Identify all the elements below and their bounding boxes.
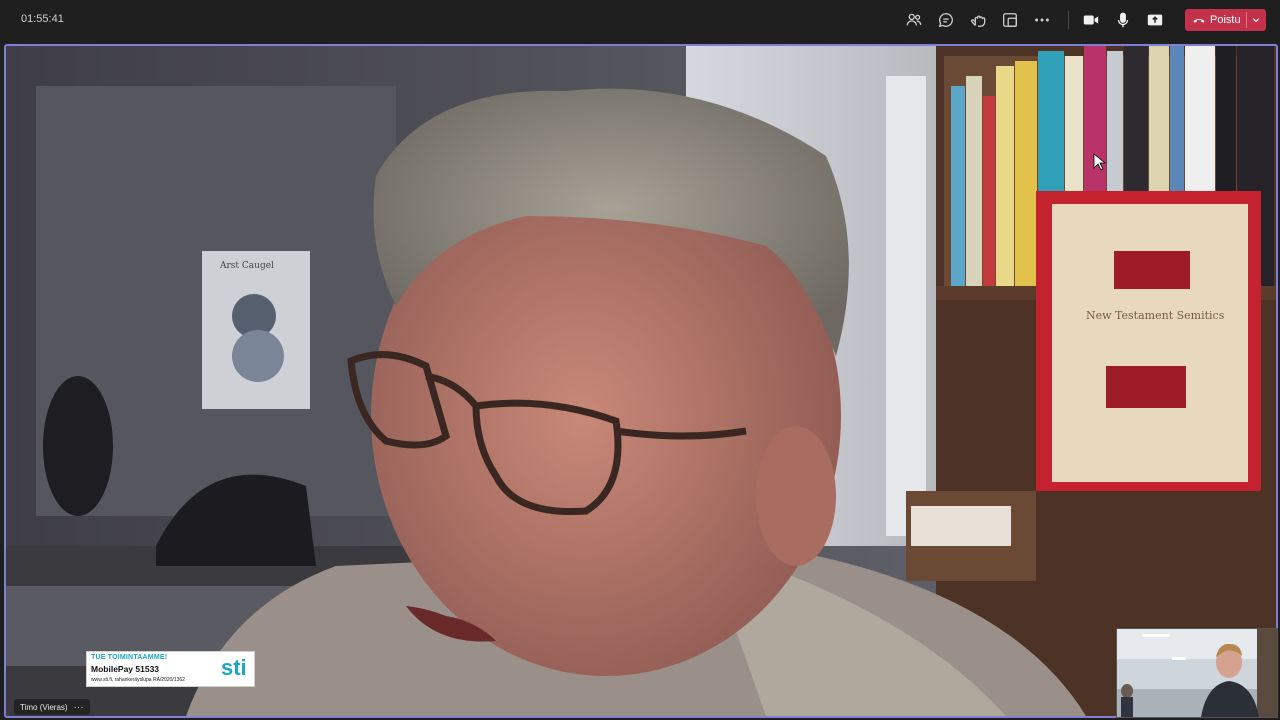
donation-mobilepay: MobilePay 51533	[91, 664, 160, 674]
more-icon	[1035, 18, 1049, 22]
call-timer: 01:55:41	[21, 13, 64, 25]
poster-text: Arst Caugel	[219, 261, 274, 271]
camera-icon	[1083, 15, 1099, 25]
speaker-video-feed: Arst Caugel New Testament Semitics	[6, 46, 1276, 716]
sti-logo: sti	[221, 655, 247, 680]
reactions-button[interactable]	[966, 8, 990, 32]
main-video-stage[interactable]: Arst Caugel New Testament Semitics TUE T…	[4, 44, 1278, 718]
chat-icon	[938, 13, 953, 28]
speaker-name-tag: Timo (Vieras) ···	[14, 699, 91, 715]
hang-up-icon	[1193, 18, 1205, 23]
more-actions-button[interactable]	[1030, 8, 1054, 32]
participants-button[interactable]	[902, 8, 926, 32]
rooms-icon	[1003, 13, 1017, 27]
leave-label: Poistu	[1210, 14, 1241, 26]
book-title: New Testament Semitics	[1086, 309, 1225, 322]
leave-separator	[1246, 12, 1247, 28]
share-icon	[1147, 14, 1163, 26]
donation-footnote: www.sti.fi, rahankeräyslupa RA/2020/1362	[91, 677, 185, 683]
self-view-video[interactable]	[1116, 628, 1278, 718]
toolbar-divider	[1068, 11, 1069, 29]
chevron-down-icon[interactable]	[1249, 13, 1263, 27]
reactions-icon	[970, 15, 986, 27]
self-view-feed	[1117, 629, 1277, 717]
leave-button[interactable]: Poistu	[1185, 9, 1266, 31]
rooms-button[interactable]	[998, 8, 1022, 32]
donation-heading: TUE TOIMINTAAMME!	[91, 654, 168, 661]
people-icon	[906, 13, 922, 26]
share-screen-button[interactable]	[1143, 8, 1167, 32]
donation-banner: TUE TOIMINTAAMME! MobilePay 51533 www.st…	[86, 651, 255, 687]
microphone-button[interactable]	[1111, 8, 1135, 32]
chat-button[interactable]	[934, 8, 958, 32]
participant-more-button[interactable]: ···	[74, 702, 85, 712]
meeting-toolbar: 01:55:41 Poistu	[0, 0, 1280, 40]
speaker-name: Timo (Vieras)	[20, 702, 68, 712]
mic-icon	[1117, 12, 1129, 28]
camera-button[interactable]	[1079, 8, 1103, 32]
